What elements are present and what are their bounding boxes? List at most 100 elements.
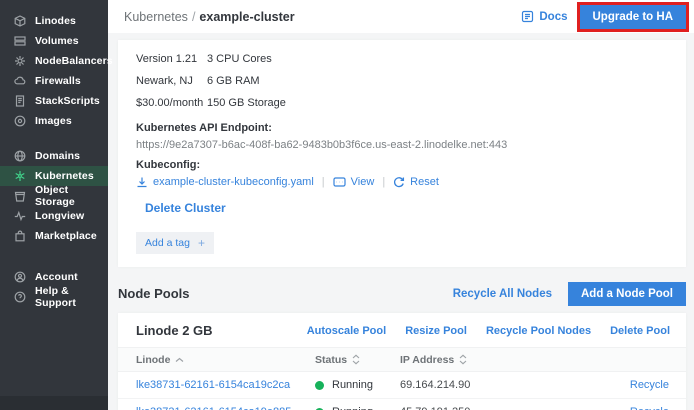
app-window: Linodes Volumes NodeBalancers Firewalls <box>0 0 694 410</box>
view-icon <box>333 176 346 188</box>
sidebar-item-longview[interactable]: Longview <box>0 206 108 226</box>
sidebar-item-label: NodeBalancers <box>35 55 113 67</box>
sidebar-item-marketplace[interactable]: Marketplace <box>0 226 108 246</box>
breadcrumb-parent[interactable]: Kubernetes <box>124 10 188 24</box>
sidebar-item-images[interactable]: Images <box>0 111 108 131</box>
pool-actions: Autoscale Pool Resize Pool Recycle Pool … <box>307 325 670 337</box>
stackscripts-icon <box>13 95 26 108</box>
sidebar-item-nodebalancers[interactable]: NodeBalancers <box>0 51 108 71</box>
sidebar-item-label: Volumes <box>35 35 79 47</box>
recycle-pool-nodes-link[interactable]: Recycle Pool Nodes <box>486 325 591 337</box>
kubeconfig-download-link[interactable]: example-cluster-kubeconfig.yaml <box>136 176 314 188</box>
node-pools-header: Node Pools Recycle All Nodes Add a Node … <box>118 277 686 310</box>
pulse-icon <box>13 210 26 223</box>
sidebar-item-label: Images <box>35 115 72 127</box>
node-pools-title: Node Pools <box>118 286 190 301</box>
delete-cluster-button[interactable]: Delete Cluster <box>145 201 226 215</box>
cluster-summary-card: Version 1.21 3 CPU Cores Newark, NJ 6 GB… <box>118 40 686 267</box>
cluster-storage: 150 GB Storage <box>207 92 286 114</box>
recycle-node-link[interactable]: Recycle <box>630 406 669 410</box>
recycle-all-nodes-link[interactable]: Recycle All Nodes <box>453 288 552 300</box>
kubeconfig-label: Kubeconfig: <box>136 159 670 171</box>
images-icon <box>13 115 26 128</box>
person-icon <box>13 271 26 284</box>
status-badge: Running <box>315 379 400 391</box>
delete-pool-link[interactable]: Delete Pool <box>610 325 670 337</box>
sidebar-item-account[interactable]: Account <box>0 267 108 287</box>
status-badge: Running <box>315 406 400 410</box>
sidebar-item-label: StackScripts <box>35 95 100 107</box>
firewall-icon <box>13 75 26 88</box>
pool-head: Linode 2 GB Autoscale Pool Resize Pool R… <box>118 313 686 347</box>
docs-link[interactable]: Docs <box>521 10 567 23</box>
breadcrumb-current: example-cluster <box>199 10 294 24</box>
sidebar: Linodes Volumes NodeBalancers Firewalls <box>0 0 108 410</box>
bucket-icon <box>13 190 26 203</box>
node-pools-actions: Recycle All Nodes Add a Node Pool <box>453 282 686 306</box>
separator: | <box>382 176 385 188</box>
content: Version 1.21 3 CPU Cores Newark, NJ 6 GB… <box>108 33 694 410</box>
sidebar-item-firewalls[interactable]: Firewalls <box>0 71 108 91</box>
docs-label: Docs <box>539 11 567 23</box>
node-ip: 69.164.214.90 <box>400 379 470 391</box>
top-actions: Docs Upgrade to HA <box>521 5 686 29</box>
domains-icon <box>13 150 26 163</box>
sidebar-item-object-storage[interactable]: Object Storage <box>0 186 108 206</box>
sidebar-item-label: Linodes <box>35 15 76 27</box>
top-bar: Kubernetes/example-cluster Docs Upgrade … <box>108 0 694 33</box>
cluster-ram: 6 GB RAM <box>207 70 260 92</box>
volumes-icon <box>13 35 26 48</box>
sidebar-item-label: Help & Support <box>35 285 108 309</box>
node-pool-card: Linode 2 GB Autoscale Pool Resize Pool R… <box>118 313 686 410</box>
table-header-row: Linode Status <box>118 348 686 372</box>
sidebar-item-stackscripts[interactable]: StackScripts <box>0 91 108 111</box>
column-header-linode[interactable]: Linode <box>136 354 315 366</box>
node-link[interactable]: lke38731-62161-6154ca19e885 <box>136 406 291 410</box>
sidebar-footer <box>0 396 108 410</box>
bag-icon <box>13 230 26 243</box>
download-icon <box>136 176 148 188</box>
sidebar-item-label: Account <box>35 271 78 283</box>
sidebar-item-help-support[interactable]: Help & Support <box>0 287 108 307</box>
sidebar-item-kubernetes[interactable]: Kubernetes <box>0 166 108 186</box>
recycle-node-link[interactable]: Recycle <box>630 379 669 391</box>
sort-asc-icon <box>175 357 184 363</box>
question-icon <box>13 291 26 304</box>
kubeconfig-reset-link[interactable]: Reset <box>393 176 439 188</box>
add-node-pool-button[interactable]: Add a Node Pool <box>568 282 686 306</box>
column-header-ip[interactable]: IP Address <box>400 354 626 366</box>
sidebar-item-linodes[interactable]: Linodes <box>0 11 108 31</box>
sort-both-icon <box>459 354 467 365</box>
cluster-price: $30.00/month <box>136 92 207 114</box>
spec-row: Version 1.21 3 CPU Cores <box>136 48 670 70</box>
kubeconfig-view-link[interactable]: View <box>333 176 375 188</box>
nodebalancer-icon <box>13 55 26 68</box>
column-header-status[interactable]: Status <box>315 354 400 366</box>
reset-label: Reset <box>410 176 439 188</box>
pool-name: Linode 2 GB <box>136 323 213 338</box>
view-label: View <box>351 176 375 188</box>
sidebar-item-label: Longview <box>35 210 84 222</box>
add-tag-button[interactable]: Add a tag + <box>136 232 214 254</box>
sort-both-icon <box>352 354 360 365</box>
status-dot-icon <box>315 381 324 390</box>
autoscale-pool-link[interactable]: Autoscale Pool <box>307 325 386 337</box>
spec-row: Newark, NJ 6 GB RAM <box>136 70 670 92</box>
nodes-table: Linode Status <box>118 347 686 410</box>
kubeconfig-file-label: example-cluster-kubeconfig.yaml <box>153 176 314 188</box>
sidebar-item-label: Domains <box>35 150 80 162</box>
node-ip: 45.79.191.250 <box>400 406 470 410</box>
main-area: Kubernetes/example-cluster Docs Upgrade … <box>108 0 694 410</box>
sidebar-item-volumes[interactable]: Volumes <box>0 31 108 51</box>
node-link[interactable]: lke38731-62161-6154ca19c2ca <box>136 379 290 391</box>
separator: | <box>322 176 325 188</box>
upgrade-to-ha-button[interactable]: Upgrade to HA <box>580 5 687 29</box>
resize-pool-link[interactable]: Resize Pool <box>405 325 467 337</box>
table-row: lke38731-62161-6154ca19e885 Running 45.7… <box>118 399 686 410</box>
sidebar-item-domains[interactable]: Domains <box>0 146 108 166</box>
sidebar-item-label: Kubernetes <box>35 170 94 182</box>
sidebar-item-label: Marketplace <box>35 230 97 242</box>
breadcrumb: Kubernetes/example-cluster <box>124 10 295 24</box>
sidebar-item-label: Object Storage <box>35 184 108 208</box>
linode-icon <box>13 15 26 28</box>
